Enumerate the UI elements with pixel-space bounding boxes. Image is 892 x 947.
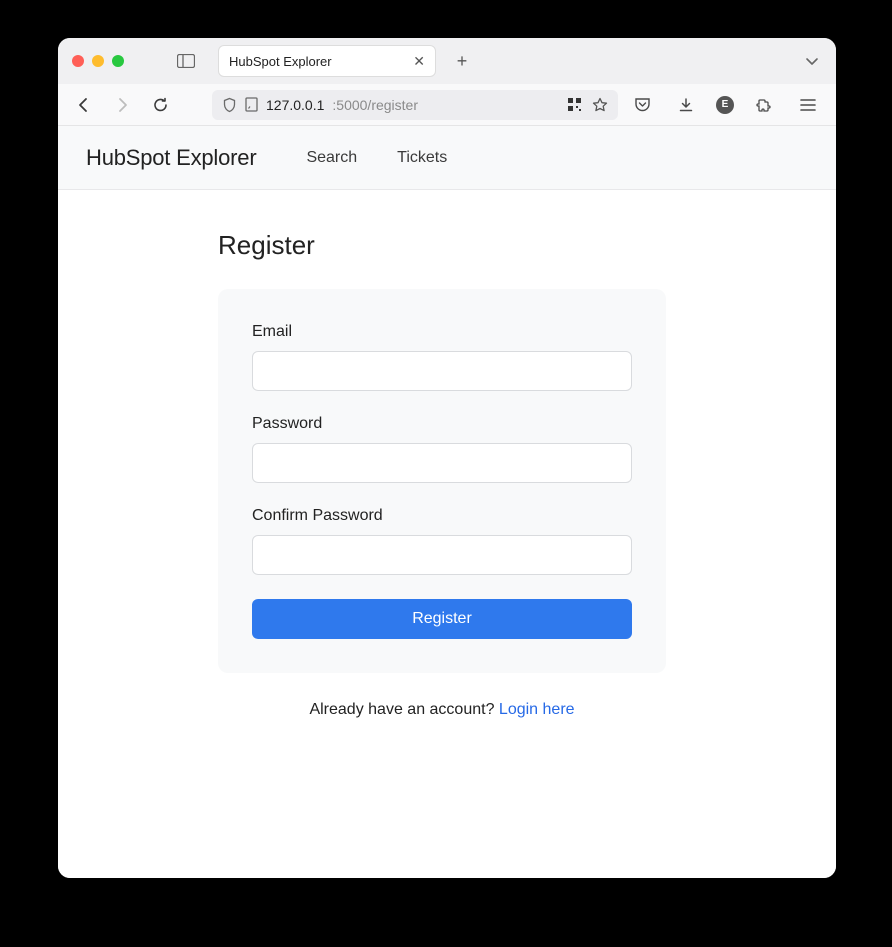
close-tab-icon[interactable]: ✕: [413, 53, 425, 70]
downloads-icon[interactable]: [672, 91, 700, 119]
page-title: Register: [218, 230, 676, 261]
nav-tickets[interactable]: Tickets: [397, 149, 447, 167]
register-form-card: Email Password Confirm Password Register: [218, 289, 666, 673]
field-confirm-password: Confirm Password: [252, 507, 632, 575]
tab-title: HubSpot Explorer: [229, 54, 332, 69]
browser-window: HubSpot Explorer ✕ + 127.0.0.1:50: [58, 38, 836, 878]
insecure-icon: [245, 97, 258, 112]
password-input[interactable]: [252, 443, 632, 483]
login-link[interactable]: Login here: [499, 701, 575, 718]
bookmark-star-icon[interactable]: [592, 97, 608, 113]
register-button[interactable]: Register: [252, 599, 632, 639]
menu-icon[interactable]: [794, 91, 822, 119]
password-label: Password: [252, 415, 632, 433]
window-controls: [72, 55, 124, 67]
email-label: Email: [252, 323, 632, 341]
reload-button[interactable]: [146, 91, 174, 119]
login-prompt-text: Already have an account?: [309, 701, 498, 718]
app-header: HubSpot Explorer Search Tickets: [58, 126, 836, 190]
url-host: 127.0.0.1: [266, 97, 324, 113]
browser-tab[interactable]: HubSpot Explorer ✕: [218, 45, 436, 77]
nav: Search Tickets: [306, 149, 447, 167]
new-tab-button[interactable]: +: [448, 47, 476, 75]
confirm-password-label: Confirm Password: [252, 507, 632, 525]
field-email: Email: [252, 323, 632, 391]
extensions-icon[interactable]: [750, 91, 778, 119]
tabs-overflow-icon[interactable]: [804, 53, 820, 69]
pocket-icon[interactable]: [628, 91, 656, 119]
forward-button[interactable]: [108, 91, 136, 119]
back-button[interactable]: [70, 91, 98, 119]
confirm-password-input[interactable]: [252, 535, 632, 575]
fullscreen-window-button[interactable]: [112, 55, 124, 67]
toolbar: 127.0.0.1 :5000/register E: [58, 84, 836, 126]
qr-icon[interactable]: [567, 97, 582, 112]
email-input[interactable]: [252, 351, 632, 391]
minimize-window-button[interactable]: [92, 55, 104, 67]
extension-badge[interactable]: E: [716, 96, 734, 114]
shield-icon: [222, 97, 237, 113]
field-password: Password: [252, 415, 632, 483]
page-content: HubSpot Explorer Search Tickets Register…: [58, 126, 836, 878]
address-bar[interactable]: 127.0.0.1 :5000/register: [212, 90, 618, 120]
login-prompt: Already have an account? Login here: [218, 701, 666, 719]
close-window-button[interactable]: [72, 55, 84, 67]
tab-bar: HubSpot Explorer ✕ +: [58, 38, 836, 84]
brand[interactable]: HubSpot Explorer: [86, 145, 256, 171]
sidebar-toggle-icon[interactable]: [172, 50, 200, 72]
nav-search[interactable]: Search: [306, 149, 357, 167]
url-path: :5000/register: [332, 97, 418, 113]
page-body: Register Email Password Confirm Password…: [58, 190, 836, 759]
